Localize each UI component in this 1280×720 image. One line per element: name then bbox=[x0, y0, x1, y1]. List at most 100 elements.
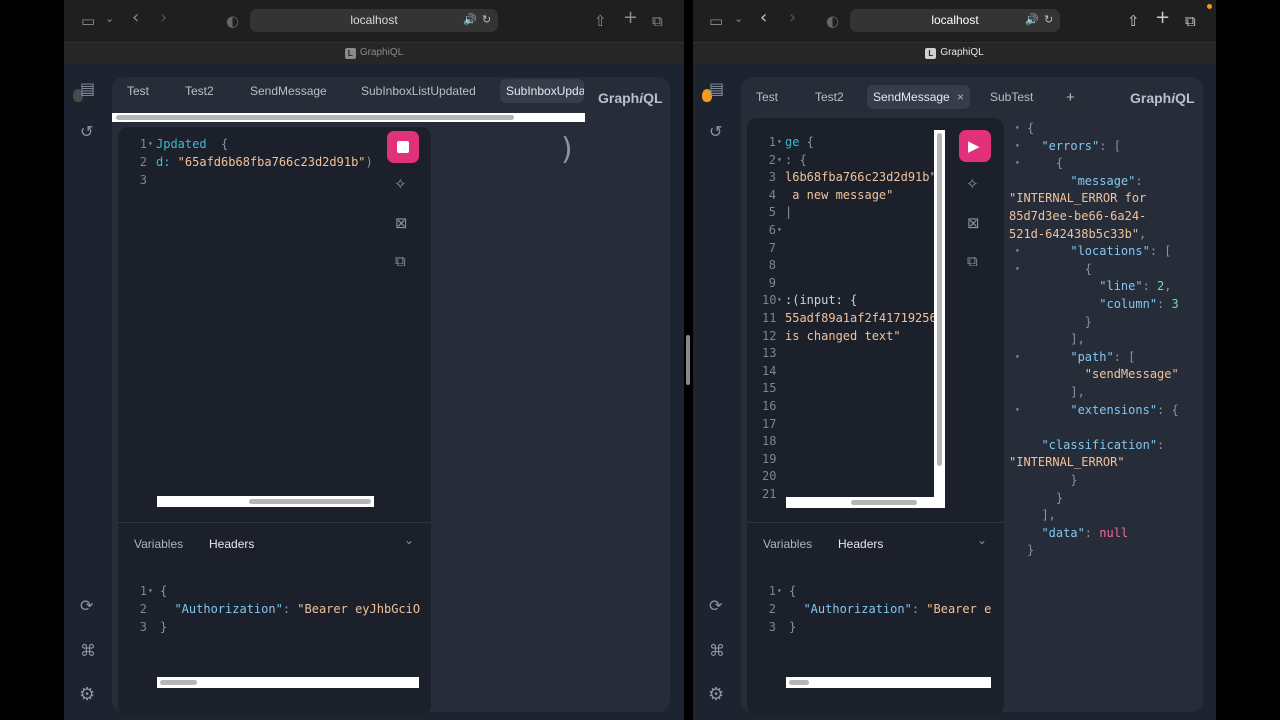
tab-sendmessage[interactable]: SendMessage bbox=[250, 84, 327, 98]
share-icon[interactable]: ⇧ bbox=[1127, 12, 1140, 30]
editor-scrollbar[interactable] bbox=[157, 496, 374, 507]
chevron-down-icon[interactable]: ⌄ bbox=[734, 10, 743, 28]
collapse-chevron-icon[interactable]: ⌄ bbox=[404, 533, 414, 547]
editor-scrollbar-thumb[interactable] bbox=[249, 499, 371, 504]
fold-arrow-icon[interactable]: ▾ bbox=[777, 155, 782, 164]
line-number: 14 bbox=[762, 363, 777, 378]
fold-arrow-icon[interactable]: ▾ bbox=[1015, 123, 1020, 132]
fold-arrow-icon[interactable]: ▾ bbox=[1015, 246, 1020, 255]
favicon: L bbox=[344, 48, 356, 59]
refetch-schema-icon[interactable]: ⟳ bbox=[80, 597, 93, 615]
code-token: "Authorization" bbox=[789, 602, 912, 616]
merge-fragments-icon[interactable]: ⊠ bbox=[395, 214, 408, 232]
tabs-scrollbar[interactable] bbox=[112, 113, 585, 122]
headers-tab[interactable]: Headers bbox=[838, 537, 883, 551]
fold-arrow-icon[interactable]: ▾ bbox=[777, 586, 782, 595]
back-icon[interactable]: ‹ bbox=[760, 9, 767, 27]
copy-icon[interactable]: ⧉ bbox=[967, 252, 978, 270]
fold-arrow-icon[interactable]: ▾ bbox=[777, 137, 782, 146]
headers-scrollbar-thumb[interactable] bbox=[789, 680, 809, 685]
variables-tab[interactable]: Variables bbox=[134, 537, 183, 551]
back-icon[interactable]: ‹ bbox=[132, 9, 139, 27]
headers-scrollbar[interactable] bbox=[786, 677, 991, 688]
docs-icon[interactable]: ▤ bbox=[80, 80, 95, 98]
share-icon[interactable]: ⇧ bbox=[594, 12, 607, 30]
browser-tab[interactable]: L GraphiQL bbox=[64, 47, 684, 59]
fold-arrow-icon[interactable]: ▾ bbox=[1015, 352, 1020, 361]
browser-tab[interactable]: L GraphiQL bbox=[693, 47, 1216, 59]
shield-icon[interactable]: ◐ bbox=[226, 12, 239, 30]
code-token: a new message" bbox=[785, 187, 894, 202]
split-view-divider[interactable] bbox=[686, 335, 690, 385]
collapse-chevron-icon[interactable]: ⌄ bbox=[977, 533, 987, 547]
tab-test2[interactable]: Test2 bbox=[185, 84, 214, 98]
code-line: { bbox=[1027, 156, 1063, 170]
tabs-overview-icon[interactable]: ⧉ bbox=[1185, 12, 1196, 30]
copy-icon[interactable]: ⧉ bbox=[395, 252, 406, 270]
tab-sendmessage[interactable]: SendMessage × bbox=[867, 85, 971, 109]
fold-arrow-icon[interactable]: ▾ bbox=[1015, 264, 1020, 273]
fold-arrow-icon[interactable]: ▾ bbox=[777, 225, 782, 234]
line-number: 1 bbox=[768, 135, 776, 149]
refetch-schema-icon[interactable]: ⟳ bbox=[709, 597, 722, 615]
merge-fragments-icon[interactable]: ⊠ bbox=[967, 214, 980, 232]
address-bar[interactable]: localhost 🔊 ↻ bbox=[850, 9, 1060, 32]
headers-scrollbar-thumb[interactable] bbox=[160, 680, 197, 685]
fold-arrow-icon[interactable]: ▾ bbox=[777, 295, 782, 304]
tabs-scrollbar-thumb[interactable] bbox=[116, 115, 514, 120]
close-tab-icon[interactable]: × bbox=[954, 90, 964, 104]
fold-arrow-icon[interactable]: ▾ bbox=[1015, 158, 1020, 167]
fold-arrow-icon[interactable]: ▾ bbox=[1015, 141, 1020, 150]
forward-icon[interactable]: › bbox=[160, 9, 167, 27]
fold-arrow-icon[interactable]: ▾ bbox=[1015, 405, 1020, 414]
variables-tab[interactable]: Variables bbox=[763, 537, 812, 551]
code-line: } bbox=[160, 620, 167, 634]
shortcuts-icon[interactable]: ⌘ bbox=[80, 642, 96, 660]
forward-icon[interactable]: › bbox=[789, 9, 796, 27]
editor-scrollbar[interactable] bbox=[786, 497, 935, 508]
speaker-icon[interactable]: 🔊 bbox=[463, 13, 477, 26]
chevron-down-icon[interactable]: ⌄ bbox=[105, 10, 114, 28]
run-button[interactable]: ▶ bbox=[959, 130, 991, 162]
new-tab-icon[interactable]: + bbox=[1155, 9, 1170, 27]
prettify-icon[interactable]: ✧ bbox=[966, 175, 979, 193]
fold-arrow-icon[interactable]: ▾ bbox=[148, 139, 153, 148]
stop-button[interactable] bbox=[387, 131, 419, 163]
history-icon[interactable]: ↺ bbox=[80, 123, 93, 141]
history-icon[interactable]: ↺ bbox=[709, 123, 722, 141]
tab-test[interactable]: Test bbox=[756, 90, 778, 104]
tab-subtest[interactable]: SubTest bbox=[990, 90, 1033, 104]
sidebar-toggle-icon[interactable]: ▭ bbox=[81, 12, 95, 30]
tabs-overview-icon[interactable]: ⧉ bbox=[652, 12, 663, 30]
prettify-icon[interactable]: ✧ bbox=[394, 175, 407, 193]
code-line: "Authorization": "Bearer e bbox=[789, 602, 991, 616]
sidebar-toggle-icon[interactable]: ▭ bbox=[709, 12, 723, 30]
tab-subinboxlistupdated[interactable]: SubInboxListUpdated bbox=[361, 84, 476, 98]
editor-scrollbar-thumb[interactable] bbox=[851, 500, 917, 505]
code-line: { bbox=[789, 584, 796, 598]
reload-icon[interactable]: ↻ bbox=[1044, 13, 1053, 26]
headers-tab[interactable]: Headers bbox=[209, 537, 254, 551]
address-bar[interactable]: localhost 🔊 ↻ bbox=[250, 9, 498, 32]
code-token: ], bbox=[1027, 385, 1085, 399]
headers-scrollbar[interactable] bbox=[157, 677, 419, 688]
tab-subinboxupda[interactable]: SubInboxUpda bbox=[500, 79, 584, 103]
shortcuts-icon[interactable]: ⌘ bbox=[709, 642, 725, 660]
code-line: : { bbox=[785, 153, 807, 167]
settings-icon[interactable]: ⚙ bbox=[79, 686, 95, 704]
fold-arrow-icon[interactable]: ▾ bbox=[148, 586, 153, 595]
new-tab-icon[interactable]: + bbox=[623, 9, 638, 27]
speaker-icon[interactable]: 🔊 bbox=[1025, 13, 1039, 26]
editor-vertical-scrollbar-thumb[interactable] bbox=[937, 133, 942, 466]
tab-test2[interactable]: Test2 bbox=[815, 90, 844, 104]
settings-icon[interactable]: ⚙ bbox=[708, 686, 724, 704]
code-line: Jpdated { bbox=[156, 137, 228, 151]
reload-icon[interactable]: ↻ bbox=[482, 13, 491, 26]
editor-vertical-scrollbar[interactable] bbox=[934, 130, 945, 508]
docs-icon[interactable]: ▤ bbox=[709, 80, 724, 98]
tab-test[interactable]: Test bbox=[127, 84, 149, 98]
code-token: } bbox=[160, 620, 168, 634]
add-tab-button[interactable]: + bbox=[1066, 89, 1075, 106]
shield-icon[interactable]: ◐ bbox=[826, 12, 839, 30]
code-token: { bbox=[1027, 121, 1035, 135]
